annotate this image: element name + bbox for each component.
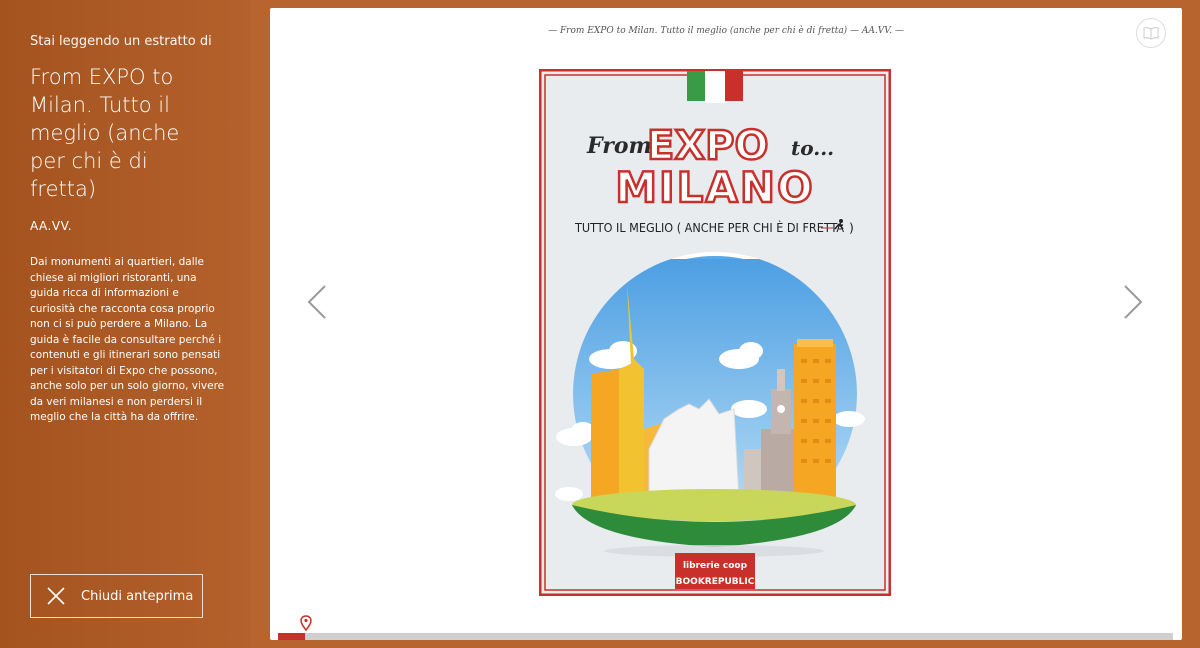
close-icon bbox=[47, 587, 65, 605]
reading-progress-fill bbox=[278, 633, 305, 640]
badge-bottom-text: BOOKREPUBLIC bbox=[676, 577, 755, 587]
reading-progress-track[interactable] bbox=[278, 633, 1173, 640]
cover-title-milano: MILANO bbox=[615, 163, 815, 212]
preview-sidebar: Stai leggendo un estratto di From EXPO t… bbox=[0, 0, 250, 648]
book-title: From EXPO to Milan. Tutto il meglio (anc… bbox=[30, 65, 180, 201]
cover-title-to: to... bbox=[791, 136, 834, 160]
cover-subtitle: TUTTO IL MEGLIO ( ANCHE PER CHI È DI FRE… bbox=[574, 220, 844, 235]
book-description: Dai monumenti ai quartieri, dalle chiese… bbox=[30, 256, 225, 423]
reader-panel: — From EXPO to Milan. Tutto il meglio (a… bbox=[270, 8, 1182, 640]
book-info-button[interactable] bbox=[1136, 18, 1166, 48]
next-page-arrow-icon[interactable] bbox=[1122, 284, 1144, 320]
cover-title-from: From bbox=[586, 133, 652, 159]
close-preview-label: Chiudi anteprima bbox=[81, 588, 194, 604]
location-pin-icon[interactable] bbox=[300, 615, 312, 631]
book-author: AA.VV. bbox=[30, 219, 73, 233]
book-icon bbox=[1143, 27, 1159, 40]
cover-subtitle-close: ) bbox=[849, 220, 854, 235]
reading-kicker: Stai leggendo un estratto di bbox=[30, 34, 212, 49]
book-cover: From EXPO to... MILANO TUTTO IL MEGLIO (… bbox=[539, 69, 891, 596]
italian-flag-ribbon bbox=[687, 71, 743, 103]
badge-top-text: librerie coop bbox=[683, 561, 748, 571]
running-head: — From EXPO to Milan. Tutto il meglio (a… bbox=[548, 26, 904, 36]
close-preview-button[interactable]: Chiudi anteprima bbox=[30, 574, 203, 618]
publisher-badge: librerie coop BOOKREPUBLIC bbox=[675, 553, 755, 589]
previous-page-arrow-icon[interactable] bbox=[306, 284, 328, 320]
